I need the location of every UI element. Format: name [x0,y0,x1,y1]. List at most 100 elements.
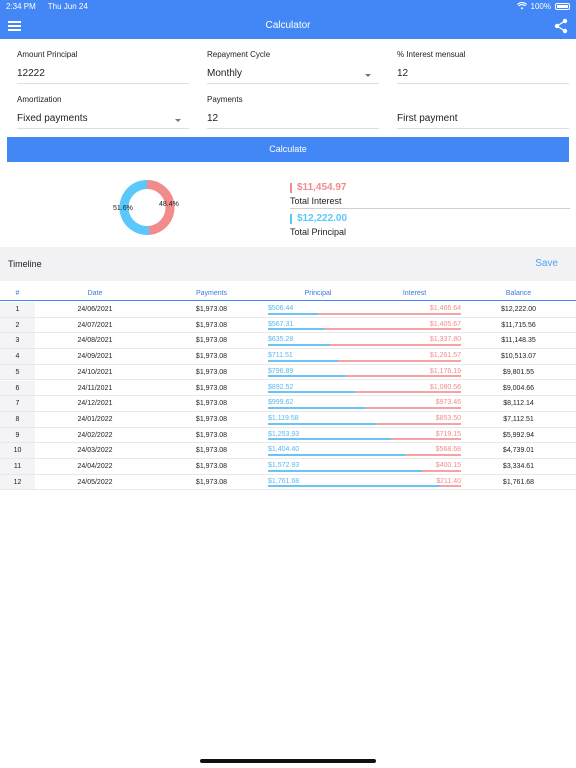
battery-percent: 100% [530,2,551,11]
principal-input[interactable]: 12222 [17,59,189,84]
row-principal: $796.89 [268,367,294,375]
row-principal: $506.44 [268,305,294,312]
principal-interest-bar: $711.51 $1,261.57 [268,349,461,364]
table-row[interactable]: 11 24/04/2022 $1,973.08 $1,572.93 $400.15 $3,… [0,459,576,475]
row-principal: $1,404.40 [268,446,300,454]
row-date: 24/08/2021 [77,337,113,345]
interest-field[interactable]: % Interest mensual 12 [397,50,569,84]
principal-interest-bar: $1,119.58 $853.50 [268,412,461,427]
principal-bar-fill [268,438,391,441]
interest-input[interactable]: 12 [397,59,569,84]
interest-bar-fill [365,406,461,409]
principal-bar-fill [268,453,406,456]
row-balance: $1,761.68 [502,478,535,486]
row-principal: $711.51 [268,352,293,360]
principal-interest-bar: $1,761.68 $211.40 [268,475,461,490]
table-row[interactable]: 2 24/07/2021 $1,973.08 $567.31 $1,405.67 $11,… [0,317,576,334]
principal-bar-fill [268,328,324,331]
col-number: # [15,290,20,297]
save-button[interactable]: Save [535,258,558,269]
principal-marker [290,214,292,224]
row-balance: $3,334.61 [502,463,535,470]
cycle-field[interactable]: Repayment Cycle Monthly [207,50,379,84]
row-interest: $719.15 [435,430,461,438]
row-interest: $1,466.64 [429,305,461,312]
table-header: # Date Payments Principal Interest Balan… [0,287,576,301]
interest-bar-fill [345,375,461,378]
table-row[interactable]: 8 24/01/2022 $1,973.08 $1,119.58 $853.50 $7,1… [0,411,576,428]
chevron-down-icon [175,119,181,122]
principal-bar-fill [268,406,366,409]
row-date: 24/01/2022 [77,415,113,423]
principal-bar-fill [268,422,378,425]
principal-interest-bar: $1,253.93 $719.15 [268,428,461,443]
table-row[interactable]: 12 24/05/2022 $1,973.08 $1,761.68 $211.40 $1,… [0,474,576,491]
amortization-field[interactable]: Amortization Fixed payments [17,95,189,129]
calculate-button[interactable]: Calculate [7,137,569,162]
first-payment-field[interactable]: First payment [397,95,569,129]
amortization-select[interactable]: Fixed payments [17,104,189,129]
table-row[interactable]: 5 24/10/2021 $1,973.08 $796.89 $1,176.19 $9,8… [0,364,576,381]
interest-bar-fill [377,422,461,425]
row-balance: $5,992.94 [502,431,535,439]
row-principal: $999.62 [268,399,294,407]
row-date: 24/06/2021 [77,306,113,313]
principal-bar-fill [268,359,338,362]
status-bar: 2:34 PM Thu Jun 24 100% [0,0,576,13]
cycle-select[interactable]: Monthly [207,59,379,84]
principal-interest-bar: $506.44 $1,466.64 [268,302,461,317]
payments-field[interactable]: Payments 12 [207,95,379,129]
table-row[interactable]: 10 24/03/2022 $1,973.08 $1,404.40 $568.68 $4,… [0,443,576,459]
table-row[interactable]: 6 24/11/2021 $1,973.08 $892.52 $1,080.56 $9,0… [0,380,576,397]
first-payment-input[interactable]: First payment [397,104,569,129]
timeline-title: Timeline [8,259,42,269]
total-interest-label: Total Interest [290,196,342,206]
row-date: 24/04/2022 [77,463,113,470]
principal-interest-bar: $567.31 $1,405.67 [268,318,461,333]
table-row[interactable]: 1 24/06/2021 $1,973.08 $506.44 $1,466.64 $12,… [0,302,576,318]
row-interest: $1,080.56 [429,383,461,391]
row-number: 10 [13,447,22,455]
table-row[interactable]: 3 24/08/2021 $1,973.08 $635.28 $1,337.80 $11,… [0,333,576,350]
row-number: 3 [15,337,20,345]
col-interest: Interest [402,290,427,297]
nav-bar: Calculator [0,13,576,39]
row-payment: $1,973.08 [195,337,228,345]
interest-bar-fill [355,391,461,394]
row-interest: $1,261.57 [429,352,461,360]
row-payment: $1,973.08 [195,384,228,392]
share-icon[interactable] [554,18,568,34]
row-payment: $1,973.08 [195,368,228,376]
principal-interest-bar: $796.89 $1,176.19 [268,365,461,380]
row-balance: $12,222.00 [500,306,537,313]
principal-bar-fill [268,469,422,472]
principal-interest-bar: $999.62 $973.46 [268,396,461,411]
col-principal: Principal [304,290,332,297]
principal-field[interactable]: Amount Principal 12222 [17,50,189,84]
amortization-label: Amortization [17,95,62,104]
principal-bar-fill [268,375,346,378]
total-principal-label: Total Principal [290,227,347,237]
row-date: 24/09/2021 [77,353,113,361]
row-principal: $567.31 [268,320,294,328]
table-row[interactable]: 7 24/12/2021 $1,973.08 $999.62 $973.46 $8,112… [0,396,576,412]
timeline-header: Timeline Save [0,247,576,281]
first-payment-label-spacer [397,95,569,104]
table-row[interactable]: 4 24/09/2021 $1,973.08 $711.51 $1,261.57 $10,… [0,349,576,365]
row-date: 24/07/2021 [77,321,113,329]
row-date: 24/12/2021 [77,400,113,408]
row-number: 11 [13,463,22,470]
total-interest-summary: $11,454.97 Total Interest [290,182,347,206]
row-balance: $4,739.01 [502,447,535,455]
row-interest: $1,176.19 [429,367,461,375]
row-number: 4 [15,353,20,361]
row-payment: $1,973.08 [195,321,228,329]
row-payment: $1,973.08 [195,400,228,408]
payments-input[interactable]: 12 [207,104,379,129]
chevron-down-icon [365,74,371,77]
status-time: 2:34 PM [6,2,36,11]
row-payment: $1,973.08 [195,306,228,313]
table-row[interactable]: 9 24/02/2022 $1,973.08 $1,253.93 $719.15 $5,9… [0,427,576,444]
donut-principal-pct: 51.6% [113,205,133,212]
row-payment: $1,973.08 [195,431,228,439]
